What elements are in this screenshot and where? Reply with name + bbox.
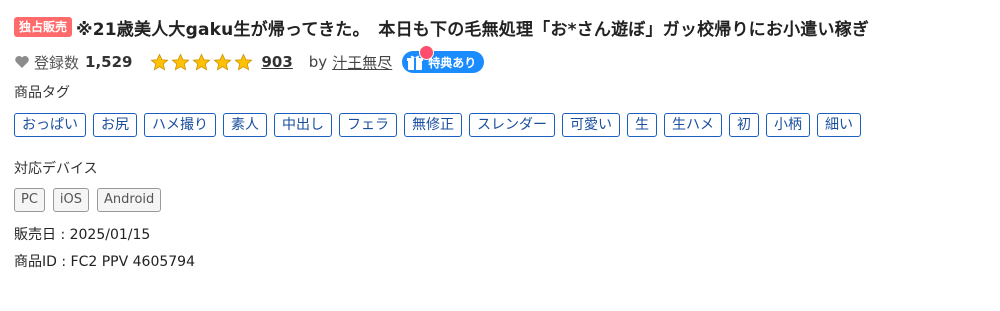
exclusive-badge: 独占販売 [14, 17, 73, 37]
rating-stars [150, 53, 255, 72]
tag-item[interactable]: お尻 [93, 113, 137, 137]
star-icon [150, 53, 170, 72]
review-count-link[interactable]: 903 [261, 53, 292, 71]
seller-link[interactable]: 汁王無尽 [332, 52, 392, 73]
star-icon [213, 53, 233, 72]
device-item: iOS [52, 188, 90, 212]
tag-item[interactable]: 細い [817, 113, 861, 137]
heart-icon[interactable] [14, 54, 30, 70]
product-title: ※21歳美人大gaku生が帰ってきた。 本日も下の毛無処理「お*さん遊ぼ」ガッ校… [76, 19, 870, 40]
favorite-count: 1,529 [85, 53, 133, 71]
meta-row: 登録数 1,529 903 by 汁王無尽 特典あり [14, 45, 485, 74]
tag-list: おっぱい お尻 ハメ撮り 素人 中出し フェラ 無修正 スレンダー 可愛い 生 … [14, 113, 868, 137]
product-id: 商品ID : FC2 PPV 4605794 [14, 254, 195, 270]
tag-item[interactable]: ハメ撮り [144, 113, 216, 137]
tag-item[interactable]: 生ハメ [664, 113, 722, 137]
product-info-panel: 独占販売 ※21歳美人大gaku生が帰ってきた。 本日も下の毛無処理「お*さん遊… [0, 0, 1000, 311]
tag-item[interactable]: 素人 [223, 113, 267, 137]
bonus-badge: 特典あり [402, 45, 485, 73]
favorite-label: 登録数 [34, 53, 80, 72]
tag-item[interactable]: 生 [627, 113, 657, 137]
title-row: 独占販売 ※21歳美人大gaku生が帰ってきた。 本日も下の毛無処理「お*さん遊… [14, 14, 869, 40]
device-item: PC [14, 188, 45, 212]
star-icon [171, 53, 191, 72]
tag-item[interactable]: 中出し [274, 113, 332, 137]
bonus-badge-label: 特典あり [428, 55, 477, 70]
tag-item[interactable]: 可愛い [562, 113, 620, 137]
tags-label: 商品タグ [14, 85, 70, 101]
release-date: 販売日 : 2025/01/15 [14, 227, 151, 243]
device-item: Android [97, 188, 162, 212]
star-icon [234, 53, 254, 72]
tag-item[interactable]: おっぱい [14, 113, 86, 137]
tag-item[interactable]: 無修正 [404, 113, 462, 137]
tag-item[interactable]: 小柄 [766, 113, 810, 137]
device-list: PC iOS Android [14, 188, 169, 212]
tag-item[interactable]: フェラ [339, 113, 397, 137]
star-icon [192, 53, 212, 72]
tag-item[interactable]: スレンダー [469, 113, 555, 137]
tag-item[interactable]: 初 [729, 113, 759, 137]
devices-label: 対応デバイス [14, 161, 98, 177]
by-label: by [308, 53, 328, 71]
